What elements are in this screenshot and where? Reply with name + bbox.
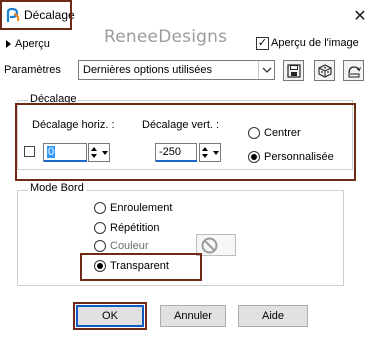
custom-radio-label[interactable]: Personnalisée xyxy=(264,151,334,163)
chevron-down-icon xyxy=(262,67,271,73)
horizontal-offset-spinner[interactable] xyxy=(88,143,110,162)
repeat-radio-label[interactable]: Répétition xyxy=(110,222,160,234)
input-focus-underline xyxy=(44,160,87,162)
no-color-icon xyxy=(201,237,218,254)
preview-image-checkbox[interactable]: ✓ xyxy=(256,37,269,50)
wrap-radio[interactable] xyxy=(94,202,106,214)
randomize-button[interactable] xyxy=(314,60,335,81)
spin-up-icon[interactable] xyxy=(91,147,97,151)
save-preset-icon xyxy=(286,63,301,78)
presets-label: Paramètres xyxy=(4,64,61,76)
center-radio[interactable] xyxy=(248,127,260,139)
dropdown-arrow-button[interactable] xyxy=(258,61,274,79)
presets-dropdown-value: Dernières options utilisées xyxy=(83,64,213,76)
save-preset-button[interactable] xyxy=(283,60,304,81)
center-radio-label[interactable]: Centrer xyxy=(264,127,301,139)
help-button-label: Aide xyxy=(261,310,285,322)
edge-mode-group-title: Mode Bord xyxy=(28,182,86,194)
cube-icon xyxy=(317,63,332,78)
reset-icon xyxy=(347,65,361,77)
spin-up-icon[interactable] xyxy=(202,147,208,151)
close-icon: ✕ xyxy=(353,8,367,25)
close-button[interactable]: ✕ xyxy=(346,4,374,28)
preview-image-label[interactable]: Aperçu de l'image xyxy=(271,37,359,49)
spin-down-icon[interactable] xyxy=(91,154,97,158)
input-focus-underline xyxy=(156,160,197,162)
horizontal-offset-value: 0 xyxy=(47,146,56,158)
vertical-offset-value: -250 xyxy=(159,146,182,158)
vertical-offset-label: Décalage vert. : xyxy=(142,119,220,131)
help-button[interactable]: Aide xyxy=(238,305,308,327)
slider-dropdown-icon[interactable] xyxy=(213,151,219,155)
horizontal-offset-label: Décalage horiz. : xyxy=(32,119,115,131)
preview-toggle-label: Aperçu xyxy=(15,38,50,50)
color-radio[interactable] xyxy=(94,240,106,252)
preview-toggle-button[interactable]: Aperçu xyxy=(6,36,50,52)
link-offsets-checkbox[interactable] xyxy=(24,146,35,157)
vertical-offset-spinner[interactable] xyxy=(199,143,221,162)
offset-highlight-frame xyxy=(15,103,356,181)
title-highlight-frame xyxy=(0,0,72,30)
spin-down-icon[interactable] xyxy=(202,154,208,158)
cancel-button[interactable]: Annuler xyxy=(160,305,226,327)
color-radio-label[interactable]: Couleur xyxy=(110,240,149,252)
cancel-button-label: Annuler xyxy=(174,310,212,322)
custom-radio[interactable] xyxy=(248,151,260,163)
repeat-radio[interactable] xyxy=(94,222,106,234)
expand-arrow-icon xyxy=(6,40,11,48)
ok-button-label: OK xyxy=(102,310,118,322)
slider-dropdown-icon[interactable] xyxy=(102,151,108,155)
transparent-highlight-frame xyxy=(80,253,202,281)
reset-button[interactable] xyxy=(343,60,364,81)
ok-button[interactable]: OK xyxy=(76,305,144,327)
watermark-text: ReneeDesigns xyxy=(104,27,228,47)
wrap-radio-label[interactable]: Enroulement xyxy=(110,202,172,214)
checkmark-icon: ✓ xyxy=(257,37,268,49)
